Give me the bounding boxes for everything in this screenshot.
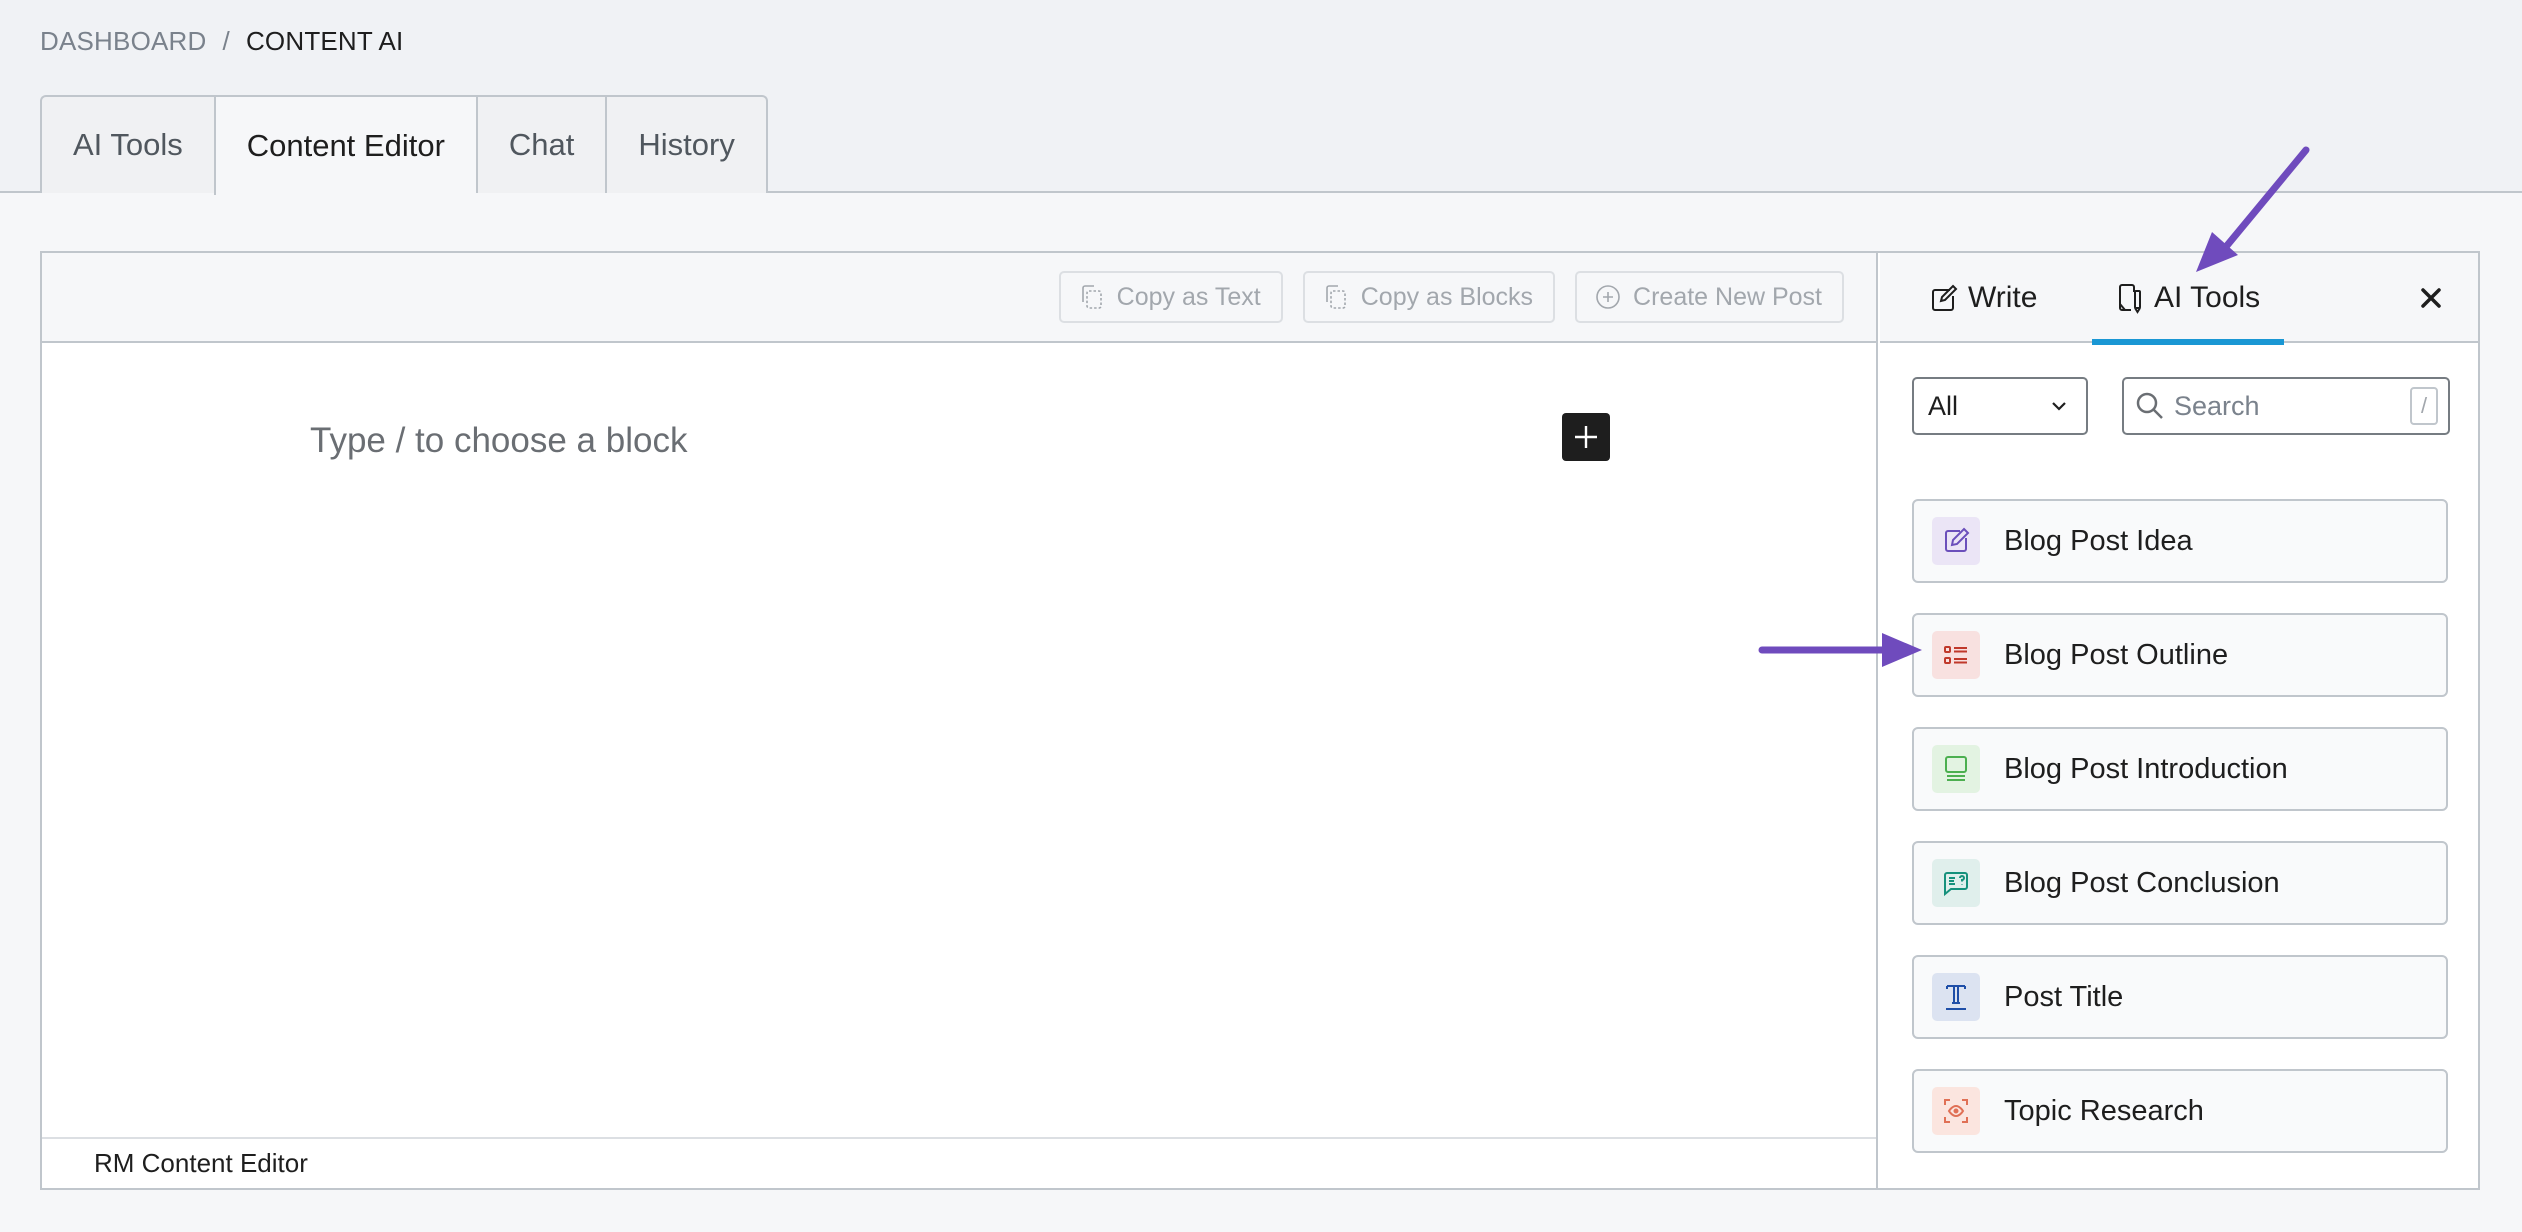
copy-as-blocks-button[interactable]: Copy as Blocks: [1302, 271, 1556, 323]
ai-tool-list: Blog Post Idea Blog Post Outline Blog Po…: [1912, 499, 2448, 1183]
add-block-button[interactable]: [1562, 413, 1610, 461]
tool-label: Blog Post Idea: [2004, 524, 2193, 557]
chat-question-icon: [1932, 859, 1980, 907]
tool-label: Post Title: [2004, 980, 2124, 1013]
tool-blog-post-idea[interactable]: Blog Post Idea: [1912, 499, 2448, 583]
breadcrumb: DASHBOARD / CONTENT AI: [40, 26, 403, 57]
tool-post-title[interactable]: Post Title: [1912, 955, 2448, 1039]
sidebar-tab-ai-tools-label: AI Tools: [2154, 281, 2261, 314]
tool-label: Blog Post Conclusion: [2004, 866, 2280, 899]
breadcrumb-dashboard[interactable]: DASHBOARD: [40, 26, 207, 57]
category-filter-select[interactable]: All: [1912, 377, 2088, 435]
document-pencil-icon: [2119, 284, 2141, 314]
filter-row: All /: [1912, 377, 2450, 435]
main-tabs: AI Tools Content Editor Chat History: [40, 95, 768, 195]
edit-icon: [1932, 284, 1958, 311]
tool-label: Blog Post Outline: [2004, 638, 2229, 671]
block-placeholder[interactable]: Type / to choose a block: [310, 421, 687, 461]
search-input[interactable]: [2174, 390, 2402, 422]
intro-screen-icon: [1932, 745, 1980, 793]
sidebar-tab-write[interactable]: Write: [1930, 253, 2037, 343]
sidebar-tab-ai-tools[interactable]: AI Tools: [2092, 253, 2285, 345]
editor-toolbar: Copy as Text Copy as Blocks Create New P…: [42, 253, 1876, 343]
ai-sidebar: Write AI Tools All Search / Blog Post Id…: [1880, 253, 2478, 1188]
edit-square-icon: [1932, 517, 1980, 565]
editor-canvas[interactable]: Type / to choose a block: [42, 343, 1876, 1135]
create-new-post-label: Create New Post: [1633, 282, 1822, 311]
plus-icon: [1575, 426, 1597, 448]
breadcrumb-separator: /: [222, 26, 230, 56]
copy-icon: [1081, 285, 1102, 309]
eye-scan-icon: [1932, 1087, 1980, 1135]
tool-blog-post-outline[interactable]: Blog Post Outline: [1912, 613, 2448, 697]
tab-content-editor[interactable]: Content Editor: [213, 95, 476, 195]
copy-as-blocks-label: Copy as Blocks: [1360, 282, 1534, 311]
list-icon: [1932, 631, 1980, 679]
editor-footer: RM Content Editor: [42, 1137, 1876, 1188]
tool-topic-research[interactable]: Topic Research: [1912, 1069, 2448, 1153]
copy-as-text-label: Copy as Text: [1116, 282, 1261, 311]
close-sidebar-button[interactable]: [2414, 281, 2448, 315]
copy-as-text-button[interactable]: Copy as Text: [1058, 271, 1283, 323]
search-shortcut-hint: /: [2410, 387, 2438, 425]
tool-search: /: [2122, 377, 2450, 435]
tab-history[interactable]: History: [605, 95, 768, 193]
content-editor: Copy as Text Copy as Blocks Create New P…: [42, 253, 1878, 1188]
tab-chat[interactable]: Chat: [475, 95, 606, 193]
category-filter-value: All: [1928, 390, 1959, 421]
copy-icon: [1325, 285, 1346, 309]
plus-circle-icon: [1596, 285, 1620, 309]
create-new-post-button[interactable]: Create New Post: [1575, 271, 1844, 323]
tool-blog-post-conclusion[interactable]: Blog Post Conclusion: [1912, 841, 2448, 925]
sidebar-tab-write-label: Write: [1968, 281, 2038, 314]
chevron-down-icon: [2052, 402, 2066, 411]
text-title-icon: [1932, 973, 1980, 1021]
tool-blog-post-introduction[interactable]: Blog Post Introduction: [1912, 727, 2448, 811]
tool-label: Blog Post Introduction: [2004, 752, 2288, 785]
editor-frame: Copy as Text Copy as Blocks Create New P…: [40, 251, 2480, 1190]
tool-label: Topic Research: [2004, 1094, 2204, 1127]
tab-ai-tools[interactable]: AI Tools: [40, 95, 214, 193]
close-icon: [2421, 288, 2441, 308]
search-icon: [2136, 392, 2163, 419]
sidebar-header: Write AI Tools: [1880, 253, 2478, 345]
breadcrumb-current: CONTENT AI: [245, 26, 404, 56]
